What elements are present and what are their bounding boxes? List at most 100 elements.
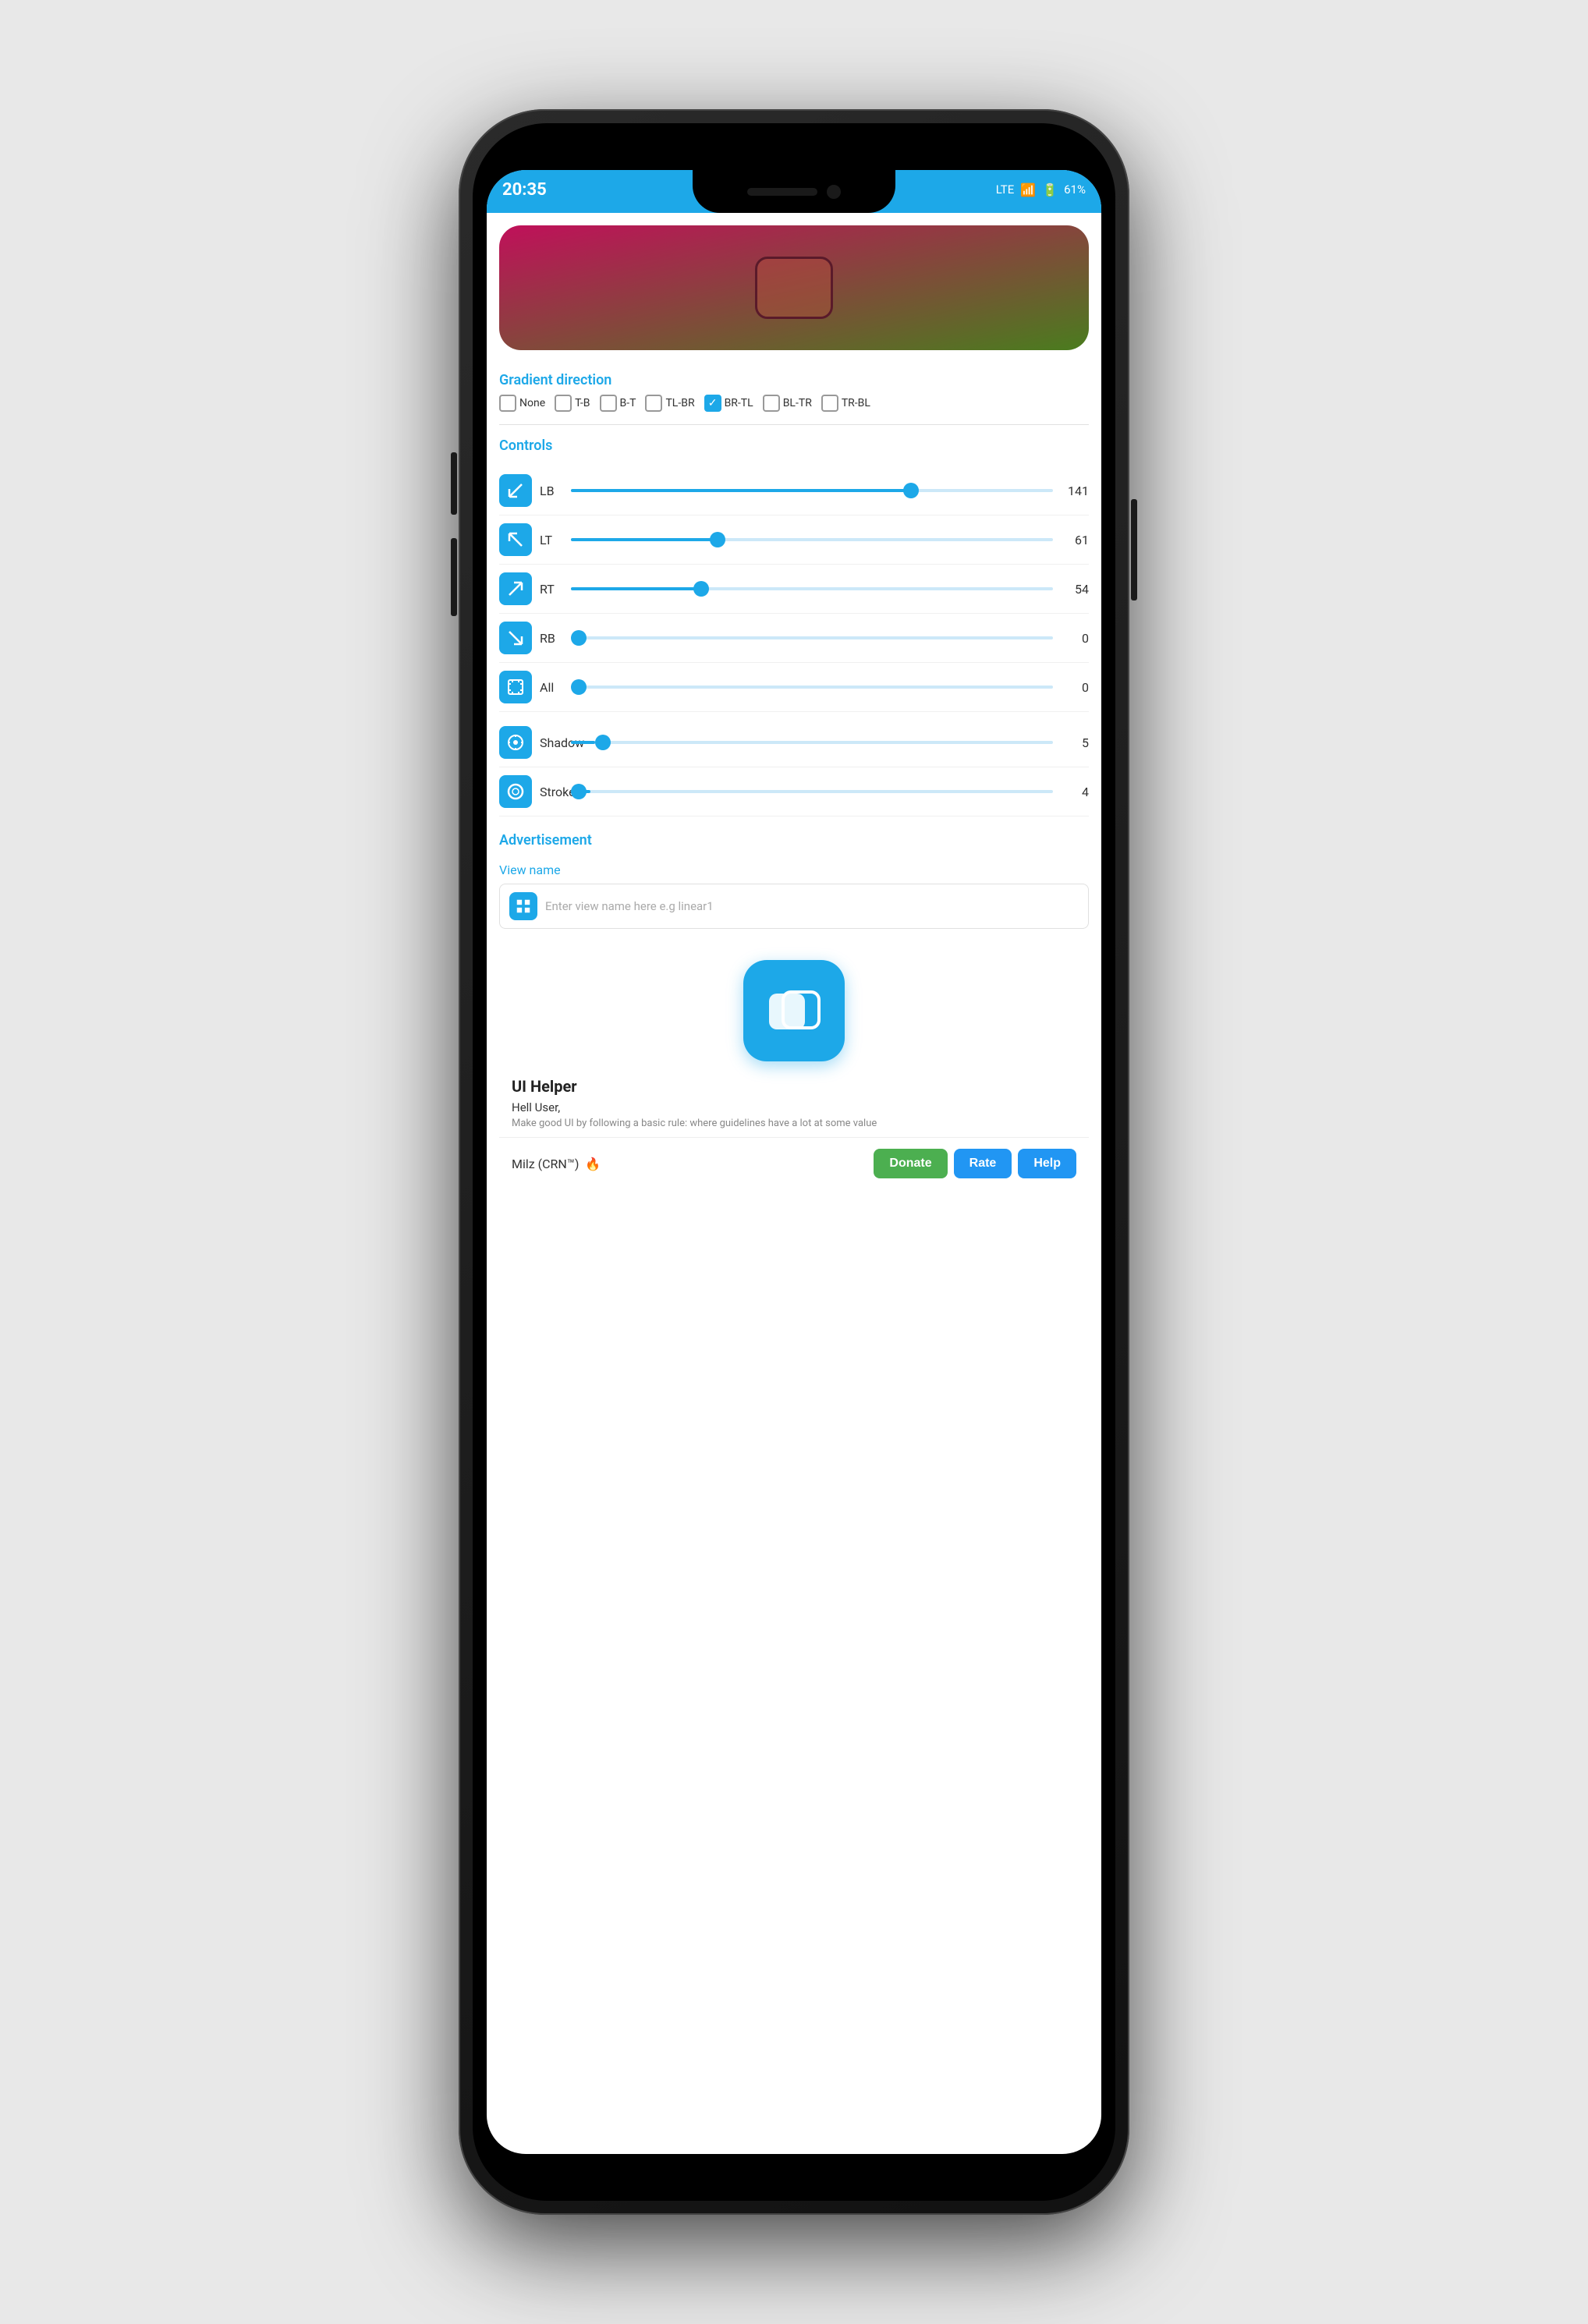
rt-value: 54 xyxy=(1061,582,1089,597)
gradient-direction-options: None T-B B-T TL-BR xyxy=(499,395,1089,421)
lt-value: 61 xyxy=(1061,533,1089,547)
control-shadow-row: Shadow 5 xyxy=(499,718,1089,767)
author-name: Milz (CRN™) xyxy=(512,1157,579,1171)
lt-slider-fill xyxy=(571,538,718,541)
rb-slider[interactable] xyxy=(571,636,1053,639)
dir-bt-checkbox[interactable] xyxy=(600,395,617,412)
view-name-label: View name xyxy=(499,863,1089,877)
stroke-ctrl-label: Stroke xyxy=(540,785,563,799)
footer-buttons: Donate Rate Help xyxy=(874,1149,1076,1178)
home-indicator xyxy=(724,2134,864,2140)
stroke-icon xyxy=(506,782,525,801)
view-name-icon xyxy=(509,892,537,920)
view-name-input-row[interactable]: Enter view name here e.g linear1 xyxy=(499,884,1089,929)
control-rb-row: RB 0 xyxy=(499,614,1089,663)
shadow-slider-thumb[interactable] xyxy=(595,735,611,750)
dir-tb-label: T-B xyxy=(575,397,590,409)
rt-slider[interactable] xyxy=(571,587,1053,590)
status-time: 20:35 xyxy=(502,180,547,200)
notch xyxy=(693,170,895,213)
speaker xyxy=(747,188,817,196)
all-slider-thumb[interactable] xyxy=(571,679,587,695)
phone-screen: 20:35 🖹 ▶ ⬇ LTE 📶 🔋 61% xyxy=(487,170,1101,2154)
donate-button[interactable]: Donate xyxy=(874,1149,947,1178)
all-label: All xyxy=(540,680,563,695)
vol-up-button xyxy=(451,452,457,515)
lb-slider-thumb[interactable] xyxy=(903,483,919,498)
gradient-preview-section xyxy=(487,213,1101,363)
advertisement-label: Advertisement xyxy=(499,823,1089,855)
rt-icon-button[interactable] xyxy=(499,572,532,605)
main-content: Gradient direction None T-B B-T xyxy=(487,363,1101,1189)
lb-icon xyxy=(506,481,525,500)
dir-none[interactable]: None xyxy=(499,395,545,412)
dir-brtl[interactable]: BR-TL xyxy=(704,395,753,412)
all-icon xyxy=(506,678,525,696)
dir-tlbr-label: TL-BR xyxy=(665,397,694,409)
rb-label: RB xyxy=(540,631,563,646)
dir-tb-checkbox[interactable] xyxy=(555,395,572,412)
shadow-slider[interactable] xyxy=(571,741,1053,744)
dir-brtl-checkbox[interactable] xyxy=(704,395,721,412)
rt-icon xyxy=(506,579,525,598)
lb-slider-fill xyxy=(571,489,911,492)
fire-emoji: 🔥 xyxy=(585,1157,601,1171)
rt-slider-thumb[interactable] xyxy=(693,581,709,597)
lb-value: 141 xyxy=(1061,484,1089,498)
dir-trbl-label: TR-BL xyxy=(842,397,870,409)
dir-tb[interactable]: T-B xyxy=(555,395,590,412)
phone-inner: 20:35 🖹 ▶ ⬇ LTE 📶 🔋 61% xyxy=(473,123,1115,2201)
lt-slider-thumb[interactable] xyxy=(710,532,725,547)
dir-bltr-label: BL-TR xyxy=(783,397,812,409)
rate-button[interactable]: Rate xyxy=(954,1149,1012,1178)
lte-icon: LTE xyxy=(996,182,1015,197)
spacer xyxy=(499,712,1089,718)
dir-tlbr-checkbox[interactable] xyxy=(645,395,662,412)
shadow-icon-button[interactable] xyxy=(499,726,532,759)
control-lt-row: LT 61 xyxy=(499,515,1089,565)
lb-slider[interactable] xyxy=(571,489,1053,492)
lt-icon-button[interactable] xyxy=(499,523,532,556)
dir-bltr[interactable]: BL-TR xyxy=(763,395,812,412)
controls-title: Controls xyxy=(499,428,1089,460)
power-button xyxy=(1131,499,1137,600)
rb-icon xyxy=(506,629,525,647)
lt-label: LT xyxy=(540,533,563,547)
lt-slider[interactable] xyxy=(571,538,1053,541)
stroke-slider[interactable] xyxy=(571,790,1053,793)
all-value: 0 xyxy=(1061,680,1089,695)
dir-bt-label: B-T xyxy=(620,397,636,409)
all-icon-button[interactable] xyxy=(499,671,532,703)
dir-trbl[interactable]: TR-BL xyxy=(821,395,870,412)
dir-brtl-label: BR-TL xyxy=(725,397,753,409)
stroke-icon-button[interactable] xyxy=(499,775,532,808)
dir-none-checkbox[interactable] xyxy=(499,395,516,412)
lb-icon-button[interactable] xyxy=(499,474,532,507)
gradient-inner-shape xyxy=(755,257,833,319)
shadow-label: Shadow xyxy=(540,735,563,750)
all-slider[interactable] xyxy=(571,686,1053,689)
control-lb-row: LB 141 xyxy=(499,466,1089,515)
dir-bt[interactable]: B-T xyxy=(600,395,636,412)
lt-icon xyxy=(506,530,525,549)
dir-none-label: None xyxy=(519,397,545,409)
battery-percent: 61% xyxy=(1064,182,1086,197)
help-button[interactable]: Help xyxy=(1018,1149,1076,1178)
rb-icon-button[interactable] xyxy=(499,622,532,654)
control-stroke-row: Stroke 4 xyxy=(499,767,1089,817)
front-camera xyxy=(827,185,841,199)
status-icons: LTE 📶 🔋 61% xyxy=(996,182,1086,197)
rt-label: RT xyxy=(540,582,563,597)
controls-section: LB 141 LT xyxy=(499,460,1089,823)
app-logo-icon xyxy=(763,980,825,1042)
divider-1 xyxy=(499,424,1089,425)
signal-bars: 📶 xyxy=(1020,182,1036,197)
control-rt-row: RT 54 xyxy=(499,565,1089,614)
stroke-slider-thumb[interactable] xyxy=(571,784,587,799)
shadow-value: 5 xyxy=(1061,735,1089,750)
app-title: UI Helper xyxy=(512,1077,1076,1100)
dir-tlbr[interactable]: TL-BR xyxy=(645,395,694,412)
dir-trbl-checkbox[interactable] xyxy=(821,395,838,412)
rb-slider-thumb[interactable] xyxy=(571,630,587,646)
dir-bltr-checkbox[interactable] xyxy=(763,395,780,412)
